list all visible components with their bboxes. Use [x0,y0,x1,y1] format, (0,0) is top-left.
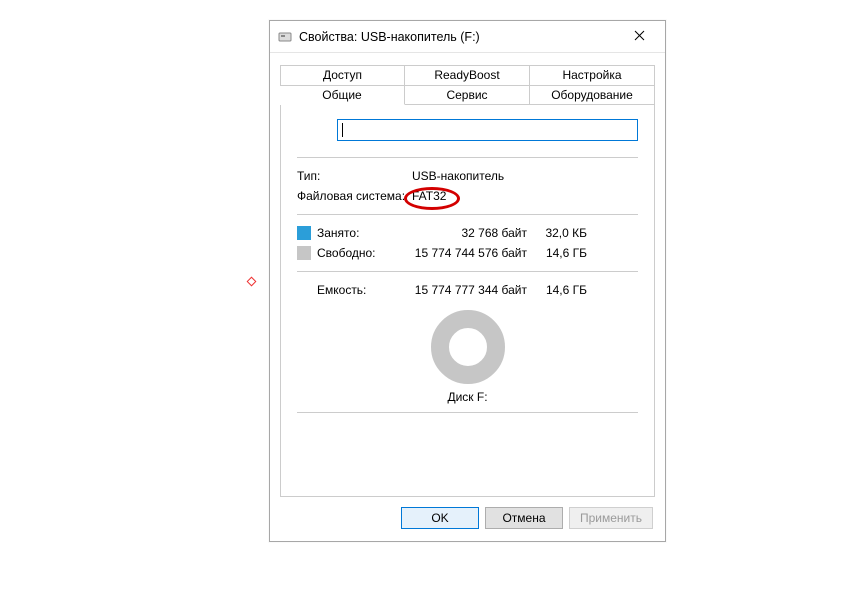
dialog-buttons: OK Отмена Применить [401,507,653,529]
type-label: Тип: [297,169,412,183]
drive-icon [278,30,292,44]
tab-strip: Доступ ReadyBoost Настройка Общие Сервис… [280,65,655,105]
used-label: Занято: [317,226,407,240]
separator [297,214,638,215]
tab-access[interactable]: Доступ [280,65,405,85]
capacity-size: 14,6 ГБ [527,283,587,297]
capacity-label: Емкость: [317,283,407,297]
separator [297,412,638,413]
type-value: USB-накопитель [412,169,504,183]
titlebar[interactable]: Свойства: USB-накопитель (F:) [270,21,665,53]
disk-label: Диск F: [297,390,638,404]
free-label: Свободно: [317,246,407,260]
text-caret [342,123,343,137]
used-bytes: 32 768 байт [407,226,527,240]
separator [297,271,638,272]
filesystem-value: FAT32 [412,189,446,203]
tab-readyboost[interactable]: ReadyBoost [405,65,530,85]
dialog-body: Доступ ReadyBoost Настройка Общие Сервис… [280,65,655,497]
close-button[interactable] [619,22,659,51]
used-swatch-icon [297,226,311,240]
used-size: 32,0 КБ [527,226,587,240]
close-icon [634,30,645,44]
properties-dialog: Свойства: USB-накопитель (F:) Доступ Rea… [269,20,666,542]
tab-panel-general: Тип: USB-накопитель Файловая система: FA… [280,105,655,497]
annotation-dot [247,277,257,287]
free-swatch-icon [297,246,311,260]
capacity-bytes: 15 774 777 344 байт [407,283,527,297]
tab-hardware[interactable]: Оборудование [530,85,655,105]
filesystem-label: Файловая система: [297,189,412,203]
free-bytes: 15 774 744 576 байт [407,246,527,260]
ok-button[interactable]: OK [401,507,479,529]
tab-customize[interactable]: Настройка [530,65,655,85]
usage-pie-chart [431,310,505,384]
drive-name-input[interactable] [337,119,638,141]
window-title: Свойства: USB-накопитель (F:) [299,30,619,44]
cancel-button[interactable]: Отмена [485,507,563,529]
apply-button: Применить [569,507,653,529]
tab-general[interactable]: Общие [280,85,405,105]
tab-tools[interactable]: Сервис [405,85,530,105]
separator [297,157,638,158]
free-size: 14,6 ГБ [527,246,587,260]
